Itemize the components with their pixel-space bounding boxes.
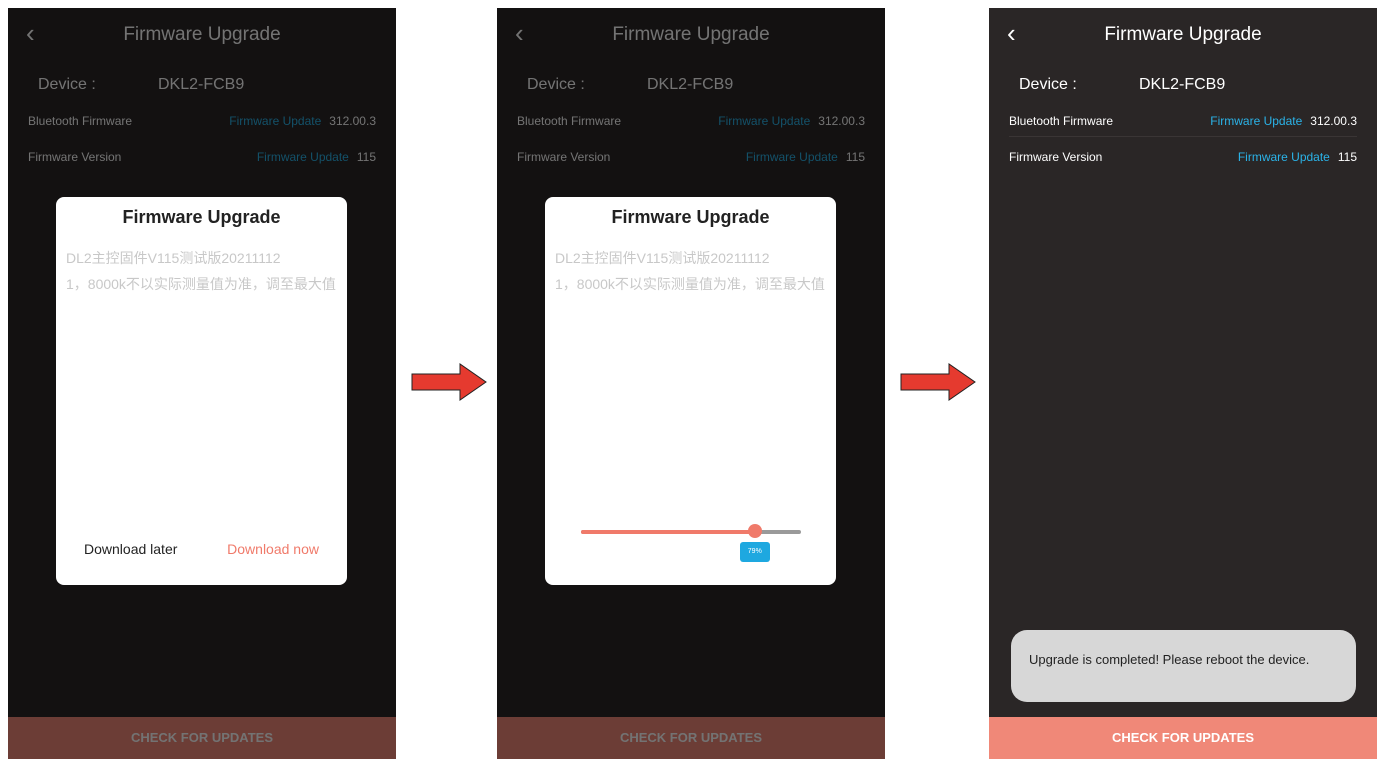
top-bar: ‹ Firmware Upgrade bbox=[8, 8, 396, 60]
firmware-version-label: Firmware Version bbox=[517, 150, 611, 164]
release-note-line-1: DL2主控固件V115测试版20211112 bbox=[66, 250, 281, 266]
firmware-version-label: Firmware Version bbox=[1009, 150, 1103, 164]
firmware-upgrade-dialog: Firmware Upgrade DL2主控固件V115测试版20211112 … bbox=[56, 197, 347, 585]
firmware-upgrade-dialog: Firmware Upgrade DL2主控固件V115测试版20211112 … bbox=[545, 197, 836, 585]
right-arrow-icon bbox=[411, 363, 487, 401]
dialog-release-notes: DL2主控固件V115测试版20211112 1，8000k不以实际测量值为准，… bbox=[555, 245, 826, 297]
device-label: Device : bbox=[1019, 76, 1077, 93]
release-note-line-2: 1，8000k不以实际测量值为准，调至最大值 bbox=[555, 276, 825, 292]
device-name: DKL2-FCB9 bbox=[647, 76, 734, 93]
dialog-title: Firmware Upgrade bbox=[611, 207, 770, 227]
download-now-button[interactable]: Download now bbox=[227, 541, 319, 557]
release-note-line-2: 1，8000k不以实际测量值为准，调至最大值 bbox=[66, 276, 336, 292]
toast-message: Upgrade is completed! Please reboot the … bbox=[1029, 652, 1310, 667]
bluetooth-firmware-label: Bluetooth Firmware bbox=[517, 114, 622, 128]
firmware-version-label: Firmware Version bbox=[28, 150, 122, 164]
page-title: Firmware Upgrade bbox=[123, 24, 281, 45]
device-label: Device : bbox=[527, 76, 585, 93]
upgrade-complete-toast: Upgrade is completed! Please reboot the … bbox=[1011, 630, 1356, 702]
top-bar: ‹ Firmware Upgrade bbox=[497, 8, 885, 60]
right-arrow-icon bbox=[900, 363, 976, 401]
download-later-button[interactable]: Download later bbox=[84, 541, 177, 557]
dialog-release-notes: DL2主控固件V115测试版20211112 1，8000k不以实际测量值为准，… bbox=[66, 245, 337, 297]
download-progress-thumb bbox=[747, 524, 762, 538]
firmware-version-value: 115 bbox=[356, 150, 376, 164]
page-title: Firmware Upgrade bbox=[612, 24, 770, 45]
firmware-version-update-link[interactable]: Firmware Update bbox=[257, 150, 349, 164]
device-name: DKL2-FCB9 bbox=[158, 76, 245, 93]
download-progress-label: 79% bbox=[739, 542, 770, 562]
check-for-updates-button[interactable]: CHECK FOR UPDATES bbox=[497, 717, 885, 759]
download-progress-fill bbox=[581, 530, 755, 534]
bluetooth-firmware-version: 312.00.3 bbox=[818, 114, 865, 128]
device-name: DKL2-FCB9 bbox=[1139, 76, 1226, 93]
screen-upgrade-complete: ‹ Firmware Upgrade Device : DKL2-FCB9 Bl… bbox=[989, 8, 1377, 759]
page-title: Firmware Upgrade bbox=[1104, 24, 1262, 45]
screen-download-progress: ‹ Firmware Upgrade Device : DKL2-FCB9 Bl… bbox=[497, 8, 885, 759]
check-for-updates-button[interactable]: CHECK FOR UPDATES bbox=[989, 717, 1377, 759]
firmware-version-update-link[interactable]: Firmware Update bbox=[746, 150, 838, 164]
firmware-version-value: 115 bbox=[845, 150, 865, 164]
screen-download-prompt: ‹ Firmware Upgrade Device : DKL2-FCB9 Bl… bbox=[8, 8, 396, 759]
firmware-version-update-link[interactable]: Firmware Update bbox=[1238, 150, 1330, 164]
bluetooth-firmware-update-link[interactable]: Firmware Update bbox=[1210, 114, 1302, 128]
top-bar: ‹ Firmware Upgrade bbox=[989, 8, 1377, 60]
bluetooth-firmware-version: 312.00.3 bbox=[1310, 114, 1357, 128]
dialog-title: Firmware Upgrade bbox=[122, 207, 281, 227]
bluetooth-firmware-version: 312.00.3 bbox=[329, 114, 376, 128]
bluetooth-firmware-update-link[interactable]: Firmware Update bbox=[718, 114, 810, 128]
bluetooth-firmware-update-link[interactable]: Firmware Update bbox=[229, 114, 321, 128]
download-progress-bar: 79% bbox=[581, 524, 801, 562]
release-note-line-1: DL2主控固件V115测试版20211112 bbox=[555, 250, 770, 266]
device-label: Device : bbox=[38, 76, 96, 93]
bluetooth-firmware-label: Bluetooth Firmware bbox=[1009, 114, 1114, 128]
bluetooth-firmware-label: Bluetooth Firmware bbox=[28, 114, 133, 128]
firmware-version-value: 115 bbox=[1337, 150, 1357, 164]
row-divider bbox=[1009, 136, 1357, 137]
check-for-updates-button[interactable]: CHECK FOR UPDATES bbox=[8, 717, 396, 759]
